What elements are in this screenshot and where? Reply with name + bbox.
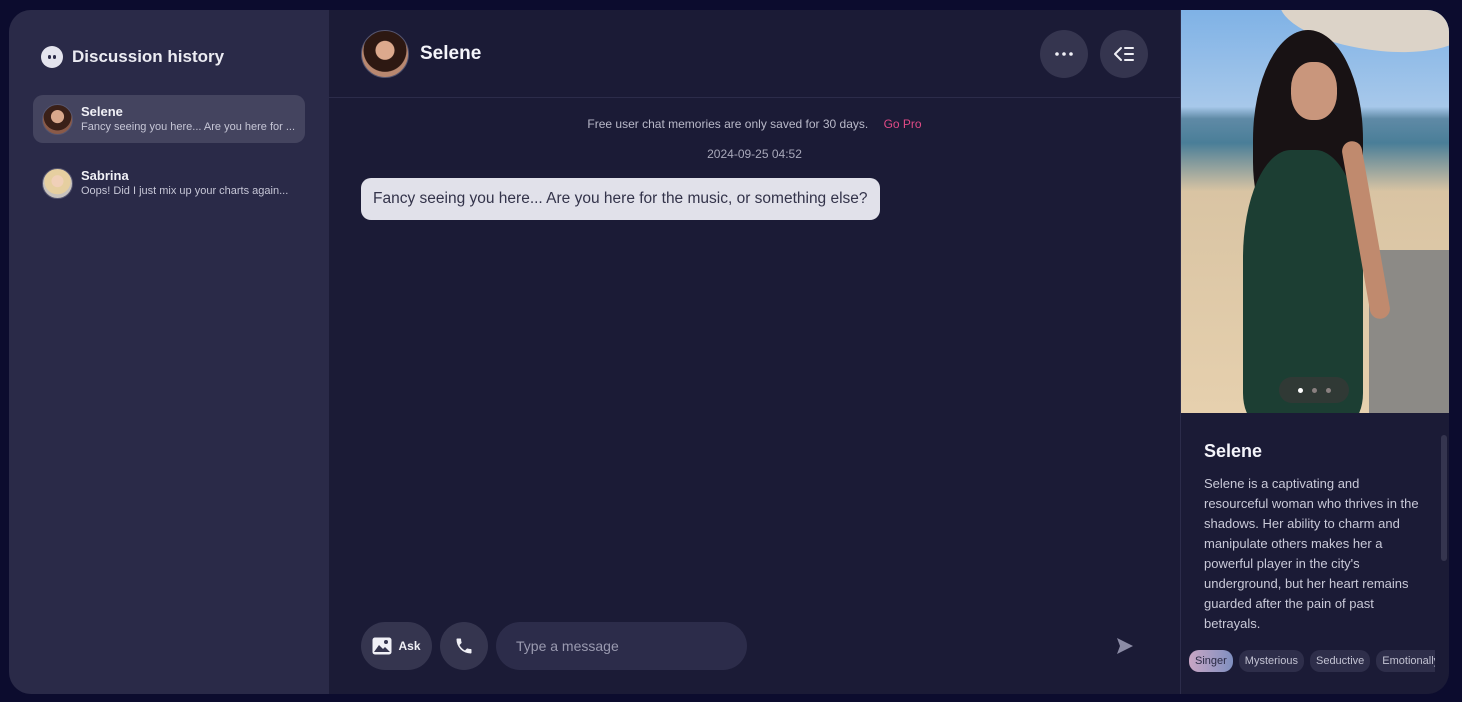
sidebar-title: Discussion history [72, 47, 225, 66]
chat-area: Selene Free user chat memories are only … [329, 10, 1180, 694]
conversation-item-sabrina[interactable]: Sabrina Oops! Did I just mix up your cha… [33, 159, 305, 207]
phone-icon [456, 638, 472, 654]
memory-notice-text: Free user chat memories are only saved f… [587, 117, 869, 131]
conversation-preview: Fancy seeing you here... Are you here fo… [81, 121, 296, 133]
send-button[interactable] [1116, 637, 1134, 660]
image-icon [372, 637, 392, 655]
profile-description: Selene is a captivating and resourceful … [1204, 476, 1419, 631]
character-bio: Selene Selene is a captivating and resou… [1181, 413, 1449, 634]
tag-chip[interactable]: Seductive [1309, 650, 1371, 672]
memory-notice: Free user chat memories are only saved f… [329, 117, 1180, 131]
toggle-panel-button[interactable] [1100, 29, 1148, 78]
avatar [42, 167, 73, 199]
conversation-name: Sabrina [81, 168, 129, 183]
sidebar: Discussion history Selene Fancy seeing y… [9, 10, 329, 694]
more-options-button[interactable] [1040, 29, 1088, 78]
tag-chip[interactable]: Emotionally [1376, 650, 1435, 672]
carousel-dot[interactable] [1311, 387, 1317, 393]
avatar [42, 103, 73, 135]
chat-bubble-icon [41, 46, 63, 68]
call-button[interactable] [440, 622, 488, 670]
character-avatar[interactable] [361, 29, 409, 78]
tag-chip[interactable]: Singer [1189, 650, 1233, 672]
more-horizontal-icon [1055, 51, 1073, 56]
profile-name: Selene [1204, 441, 1263, 461]
composer: Ask [361, 622, 1148, 670]
message-bubble: Fancy seeing you here... Are you here fo… [361, 178, 880, 220]
character-name: Selene [420, 42, 482, 64]
character-face [1291, 62, 1337, 120]
conversation-preview: Oops! Did I just mix up your charts agai… [81, 185, 289, 197]
tag-list: Singer Mysterious Seductive Emotionally [1189, 650, 1435, 672]
header-actions [1040, 29, 1148, 78]
carousel-indicator [1279, 377, 1349, 403]
message-input-wrapper [496, 622, 1148, 670]
conversation-meta: Sabrina Oops! Did I just mix up your cha… [81, 167, 296, 199]
ask-label: Ask [398, 639, 421, 653]
tag-chip[interactable]: Mysterious [1238, 650, 1304, 672]
character-dress [1243, 150, 1363, 413]
collapse-panel-icon [1114, 46, 1134, 61]
chat-header: Selene [329, 10, 1180, 98]
ask-image-button[interactable]: Ask [361, 622, 432, 670]
conversation-meta: Selene Fancy seeing you here... Are you … [81, 103, 296, 135]
send-icon [1117, 638, 1133, 654]
conversation-name: Selene [81, 104, 123, 119]
carousel-dot[interactable] [1325, 387, 1331, 393]
message-input[interactable] [496, 622, 747, 670]
character-panel: Selene Selene is a captivating and resou… [1180, 10, 1449, 694]
message-timestamp: 2024-09-25 04:52 [707, 147, 802, 161]
carousel-dot[interactable] [1297, 387, 1303, 393]
conversation-item-selene[interactable]: Selene Fancy seeing you here... Are you … [33, 95, 305, 143]
character-photo[interactable] [1181, 10, 1449, 413]
app-frame: Discussion history Selene Fancy seeing y… [9, 10, 1449, 694]
panel-scrollbar[interactable] [1441, 435, 1447, 561]
sidebar-header: Discussion history [41, 46, 305, 68]
go-pro-link[interactable]: Go Pro [884, 117, 922, 131]
